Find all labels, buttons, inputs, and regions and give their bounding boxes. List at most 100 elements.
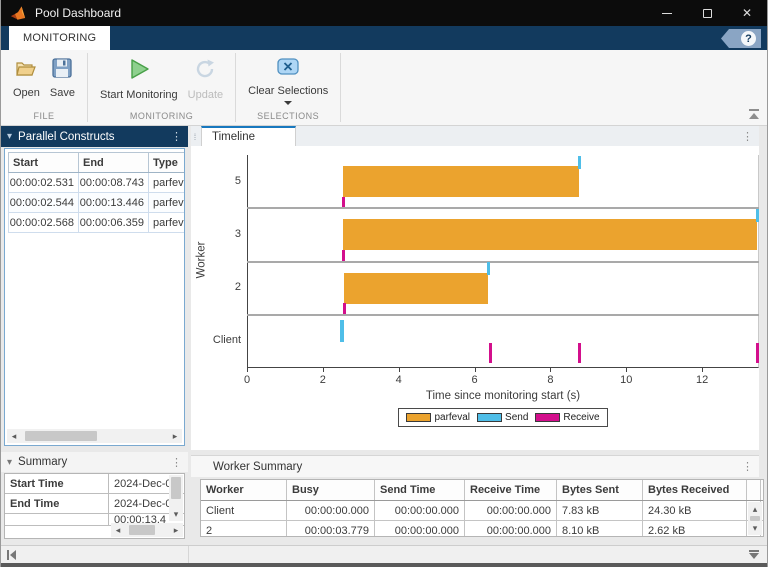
- column-header[interactable]: [747, 480, 761, 500]
- update-button[interactable]: Update: [184, 55, 227, 108]
- collapse-left-panel-button[interactable]: [7, 549, 16, 560]
- column-header[interactable]: Type: [149, 153, 184, 172]
- receive-event-tick[interactable]: [341, 196, 345, 208]
- close-icon: ✕: [741, 6, 753, 20]
- lane-separator: [247, 207, 759, 210]
- matlab-logo-icon: [10, 5, 26, 21]
- timeline-chart: 5 3 2 Client 0 2 4 6 8 10 12 Time since monitoring …: [191, 146, 760, 450]
- scrollbar-thumb[interactable]: [25, 431, 97, 441]
- save-button[interactable]: Save: [46, 55, 79, 108]
- kebab-menu-icon[interactable]: ⋮: [742, 130, 753, 143]
- tab-timeline[interactable]: Timeline: [201, 126, 296, 146]
- receive-event-tick[interactable]: [488, 342, 492, 363]
- maximize-button[interactable]: [687, 0, 727, 26]
- play-icon: [127, 57, 151, 86]
- send-event-tick[interactable]: [577, 155, 581, 169]
- x-axis-tick-label: 0: [243, 374, 251, 386]
- receive-event-tick[interactable]: [577, 342, 581, 363]
- scroll-right-icon[interactable]: ▸: [168, 429, 182, 443]
- column-header[interactable]: Receive Time: [465, 480, 557, 500]
- start-monitoring-button[interactable]: Start Monitoring: [96, 55, 182, 108]
- scroll-right-icon[interactable]: ▸: [169, 523, 183, 537]
- legend-item: parfeval: [406, 412, 470, 423]
- table-cell: 24.30 kB: [643, 501, 747, 520]
- column-header[interactable]: Start: [9, 153, 79, 172]
- column-header[interactable]: Send Time: [375, 480, 465, 500]
- drag-grip-icon[interactable]: ⁞: [191, 130, 199, 144]
- window-title: Pool Dashboard: [35, 6, 122, 20]
- table-cell: 8.10 kB: [557, 521, 643, 536]
- table-row[interactable]: End Time 2024-Dec-02: [5, 494, 184, 514]
- column-header[interactable]: Bytes Sent: [557, 480, 643, 500]
- kebab-menu-icon[interactable]: ⋮: [171, 130, 182, 143]
- send-event-tick[interactable]: [755, 208, 759, 222]
- table-cell: 00:00:13.446: [79, 193, 149, 212]
- scrollbar-thumb[interactable]: [129, 525, 155, 535]
- table-row[interactable]: 00:00:02.53100:00:08.743parfeval: [8, 173, 184, 193]
- worker-summary-header[interactable]: Worker Summary ⋮: [191, 455, 759, 477]
- vertical-scrollbar[interactable]: ▴ ▾: [748, 502, 762, 535]
- parfeval-bar[interactable]: [344, 272, 489, 304]
- parallel-constructs-title: Parallel Constructs: [18, 130, 115, 143]
- receive-event-tick[interactable]: [342, 250, 346, 261]
- table-cell: 00:00:03.779: [287, 521, 375, 536]
- collapse-ribbon-button[interactable]: [749, 109, 759, 119]
- table-row[interactable]: 00:00:02.54400:00:13.446parfeval: [8, 193, 184, 213]
- minimize-button[interactable]: [647, 0, 687, 26]
- chevron-down-icon[interactable]: ▾: [7, 457, 12, 468]
- receive-event-tick[interactable]: [343, 303, 347, 315]
- x-axis-tick-label: 12: [695, 374, 709, 386]
- send-event-tick[interactable]: [339, 319, 344, 342]
- legend-swatch-send: [477, 413, 503, 422]
- chevron-down-icon[interactable]: [284, 101, 293, 105]
- lane-separator: [247, 260, 759, 263]
- parallel-constructs-header[interactable]: ▾ Parallel Constructs ⋮: [1, 126, 188, 147]
- scroll-down-icon[interactable]: ▾: [169, 507, 183, 521]
- save-floppy-icon: [51, 57, 73, 84]
- tab-monitoring[interactable]: MONITORING: [9, 26, 111, 50]
- column-header[interactable]: End: [79, 153, 149, 172]
- row-label: Start Time: [5, 474, 109, 493]
- table-cell: 00:00:00.000: [375, 521, 465, 536]
- scroll-left-icon[interactable]: ◂: [111, 523, 125, 537]
- clear-selections-button[interactable]: Clear Selections: [244, 55, 332, 108]
- chevron-down-icon[interactable]: ▾: [7, 131, 12, 142]
- table-cell: 00:00:02.544: [9, 193, 79, 212]
- x-axis-tick-mark: [474, 368, 476, 372]
- scrollbar-thumb[interactable]: [171, 477, 181, 499]
- receive-event-tick[interactable]: [756, 342, 760, 363]
- table-row[interactable]: 00:00:02.56800:00:06.359parfeval: [8, 213, 184, 233]
- parfeval-bar[interactable]: [342, 166, 579, 197]
- summary-panel: Start Time 2024-Dec-02 End Time 2024-Dec-02…: [4, 473, 185, 539]
- right-column: ⁞ Timeline ⋮ 5 3 2 Client 0 2 4 6 8 10 12 Time sinc…: [188, 126, 767, 545]
- kebab-menu-icon[interactable]: ⋮: [171, 456, 182, 469]
- parfeval-bar[interactable]: [343, 219, 757, 251]
- table-row[interactable]: Client 00:00:00.000 00:00:00.000 00:00:00.0…: [201, 501, 763, 521]
- horizontal-scrollbar[interactable]: ◂ ▸: [7, 429, 182, 443]
- help-button[interactable]: ?: [721, 29, 761, 48]
- table-cell: Client: [201, 501, 287, 520]
- table-row[interactable]: Start Time 2024-Dec-02: [5, 474, 184, 494]
- y-axis-tick-label: 2: [234, 281, 241, 294]
- y-axis-label: Worker: [195, 241, 208, 278]
- table-header-row: Start End Type: [8, 152, 184, 173]
- refresh-icon: [193, 57, 217, 86]
- x-axis-tick-mark: [398, 368, 400, 372]
- column-header[interactable]: Busy: [287, 480, 375, 500]
- scroll-down-icon[interactable]: ▾: [748, 521, 762, 535]
- column-header[interactable]: Worker: [201, 480, 287, 500]
- row-label: End Time: [5, 494, 109, 513]
- horizontal-scrollbar[interactable]: ◂ ▸: [111, 523, 183, 537]
- worker-summary-panel: Worker Busy Send Time Receive Time Bytes Sen…: [200, 479, 764, 537]
- scroll-left-icon[interactable]: ◂: [7, 429, 21, 443]
- summary-header[interactable]: ▾ Summary ⋮: [1, 452, 188, 472]
- open-button[interactable]: Open: [9, 55, 44, 108]
- send-event-tick[interactable]: [487, 262, 491, 275]
- collapse-bottom-panel-button[interactable]: [749, 550, 759, 559]
- scroll-up-icon[interactable]: ▴: [748, 502, 762, 516]
- column-header[interactable]: Bytes Received: [643, 480, 747, 500]
- kebab-menu-icon[interactable]: ⋮: [742, 460, 753, 473]
- table-row[interactable]: 2 00:00:03.779 00:00:00.000 00:00:00.000 8.1…: [201, 521, 763, 536]
- vertical-scrollbar[interactable]: ▾: [169, 475, 183, 521]
- close-button[interactable]: ✕: [727, 0, 767, 26]
